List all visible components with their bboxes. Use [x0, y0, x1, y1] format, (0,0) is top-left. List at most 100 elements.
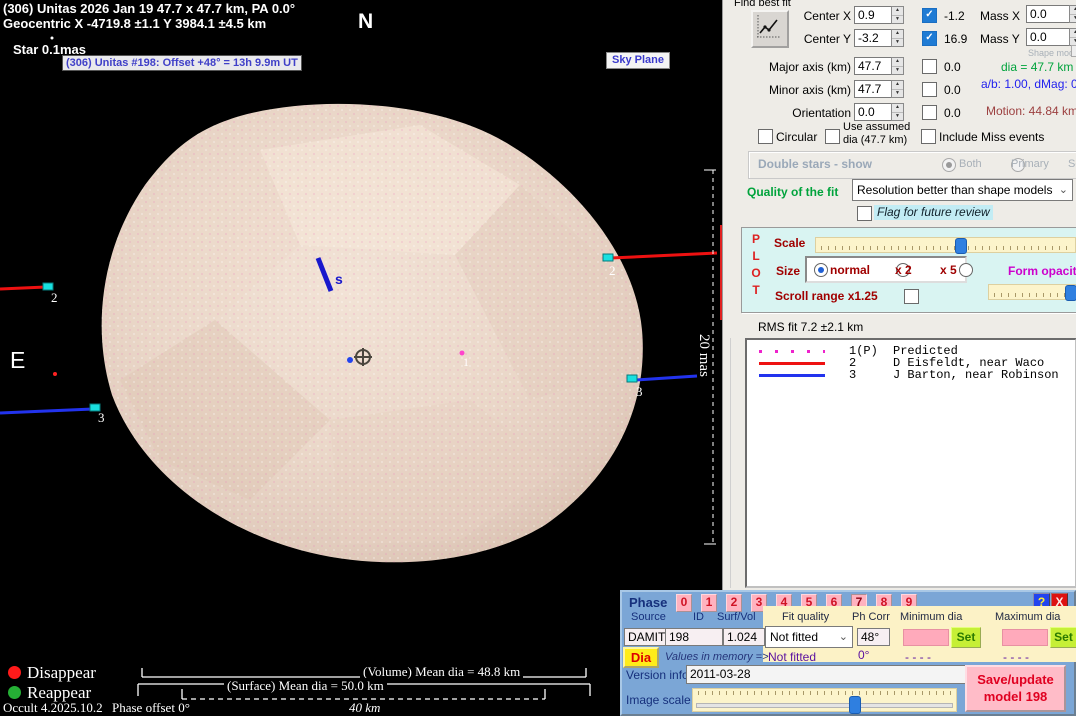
double-primary-label: Primary — [1011, 158, 1049, 170]
image-scale-slider-thumb[interactable] — [849, 696, 861, 714]
size-radio-group: normal x 2 x 5 — [805, 256, 967, 283]
version-info-field[interactable]: 2011-03-28 — [686, 665, 966, 684]
fit-quality-label: Fit quality — [782, 611, 829, 623]
fit-quality-dropdown[interactable]: Not fitted — [765, 626, 853, 648]
mass-x-field[interactable]: 0.0 — [1026, 5, 1072, 23]
phase-1-button[interactable]: 1 — [701, 594, 717, 612]
size-normal-radio[interactable] — [814, 263, 828, 277]
range-label: 40 km — [346, 700, 383, 716]
spin-axis-label: s — [335, 271, 343, 287]
double-both-radio[interactable] — [942, 158, 956, 172]
memory-label: Values in memory => — [665, 651, 769, 663]
orientation-checkbox[interactable] — [922, 105, 937, 120]
chord-1-label: 1 — [463, 355, 469, 370]
chord-2-right-marker[interactable] — [603, 254, 613, 261]
save-update-line2: model 198 — [967, 688, 1064, 705]
form-opacity-slider[interactable] — [988, 284, 1076, 300]
center-x-checkbox[interactable] — [922, 8, 937, 23]
center-x-field[interactable]: 0.9 — [854, 6, 892, 24]
size-x5-label: x 5 — [940, 263, 957, 277]
id-field[interactable]: 198 — [665, 628, 723, 646]
center-y-field[interactable]: -3.2 — [854, 29, 892, 47]
form-opacity-slider-thumb[interactable] — [1065, 285, 1076, 301]
center-y-spinner[interactable]: ▲▼ — [891, 29, 904, 47]
chord-2-right-line — [611, 253, 717, 258]
rms-fit-label: RMS fit 7.2 ±2.1 km — [758, 320, 863, 334]
sky-plane-button[interactable]: Sky Plane — [606, 52, 670, 69]
mass-x-spinner[interactable]: ▲▼ — [1069, 5, 1076, 23]
center-x-spinner[interactable]: ▲▼ — [891, 6, 904, 24]
flag-review-label: Flag for future review — [874, 205, 993, 220]
chord-2-left-marker[interactable] — [43, 283, 53, 290]
scroll-range-checkbox[interactable] — [904, 289, 919, 304]
accent-line — [720, 225, 722, 320]
center-y-checkbox[interactable] — [922, 31, 937, 46]
center-y-label: Center Y — [723, 32, 851, 46]
phase-offset-label: Phase offset 0° — [112, 700, 190, 716]
major-axis-checkbox[interactable] — [922, 59, 937, 74]
center-x-offset: -1.2 — [944, 9, 965, 23]
chord-3-right-marker[interactable] — [627, 375, 637, 382]
flag-review-checkbox[interactable] — [857, 206, 872, 221]
app-version: Occult 4.2025.10.2 — [3, 700, 103, 716]
phase-2-button[interactable]: 2 — [726, 594, 742, 612]
source-field: DAMIT — [624, 628, 666, 646]
panel-divider — [730, 338, 731, 588]
mass-y-label: Mass Y — [980, 32, 1020, 46]
circular-checkbox[interactable] — [758, 129, 773, 144]
quality-value: Resolution better than shape models — [857, 183, 1052, 197]
orientation-field[interactable]: 0.0 — [854, 103, 892, 121]
shape-model-checkbox[interactable] — [1071, 45, 1076, 57]
ph-corr-field[interactable]: 48° — [857, 628, 890, 646]
minor-axis-field[interactable]: 47.7 — [854, 80, 892, 98]
memory-fit-quality: Not fitted — [768, 650, 816, 664]
save-update-button[interactable]: Save/update model 198 — [965, 665, 1066, 712]
scale-slider-thumb[interactable] — [955, 238, 967, 254]
form-opacity-label: Form opacity — [1008, 264, 1076, 278]
mass-y-field[interactable]: 0.0 — [1026, 28, 1072, 46]
major-axis-offset: 0.0 — [944, 60, 961, 74]
phase-0-button[interactable]: 0 — [676, 594, 692, 612]
orientation-offset: 0.0 — [944, 106, 961, 120]
model-center-dot — [347, 357, 353, 363]
double-stars-group: Double stars - show Both Primary Seconda… — [748, 151, 1076, 179]
geocentric-coords: Geocentric X -4719.8 ±1.1 Y 3984.1 ±4.5 … — [3, 16, 266, 31]
max-dia-set-button[interactable]: Set — [1050, 627, 1076, 648]
image-scale-slider[interactable] — [692, 688, 957, 712]
min-dia-field[interactable] — [903, 629, 949, 646]
chord-red-line-icon — [759, 362, 825, 365]
dia-button[interactable]: Dia — [623, 647, 659, 668]
quality-dropdown[interactable]: Resolution better than shape models — [852, 179, 1073, 201]
shape-model-label: Shape model — [1028, 48, 1076, 58]
minor-axis-offset: 0.0 — [944, 83, 961, 97]
orientation-label: Orientation — [723, 106, 851, 120]
use-assumed-checkbox[interactable] — [825, 129, 840, 144]
max-dia-field[interactable] — [1002, 629, 1048, 646]
minor-axis-label: Minor axis (km) — [723, 83, 851, 97]
mass-y-spinner[interactable]: ▲▼ — [1069, 28, 1076, 46]
disappear-dot-icon — [8, 666, 21, 679]
double-secondary-label: Secondary — [1068, 158, 1076, 170]
chords-legend-box: 1(P) Predicted 2 D Eisfeldt, near Waco 3… — [745, 338, 1076, 588]
center-x-label: Center X — [723, 9, 851, 23]
id-label: ID — [693, 611, 704, 623]
minor-axis-checkbox[interactable] — [922, 82, 937, 97]
mas-scale-label: 20 mas — [695, 334, 712, 377]
legend-row: 3 J Barton, near Robinson — [759, 369, 1075, 381]
orientation-spinner[interactable]: ▲▼ — [891, 103, 904, 121]
predicted-dotted-line-icon — [759, 350, 825, 353]
chord-2-right-label: 2 — [609, 263, 616, 279]
max-dia-label: Maximum dia — [995, 611, 1060, 623]
scale-slider[interactable] — [815, 237, 1076, 253]
include-miss-checkbox[interactable] — [921, 129, 936, 144]
size-label: Size — [776, 264, 800, 278]
major-axis-spinner[interactable]: ▲▼ — [891, 57, 904, 75]
double-both-label: Both — [959, 158, 982, 170]
major-axis-field[interactable]: 47.7 — [854, 57, 892, 75]
minor-axis-spinner[interactable]: ▲▼ — [891, 80, 904, 98]
size-x5-radio[interactable] — [959, 263, 973, 277]
plot-options-box: PL OT Scale Size normal x 2 x 5 Form opa… — [741, 227, 1076, 313]
min-dia-set-button[interactable]: Set — [951, 627, 981, 648]
size-normal-label: normal — [830, 263, 870, 277]
dia-info: dia = 47.7 km — [1001, 60, 1073, 74]
